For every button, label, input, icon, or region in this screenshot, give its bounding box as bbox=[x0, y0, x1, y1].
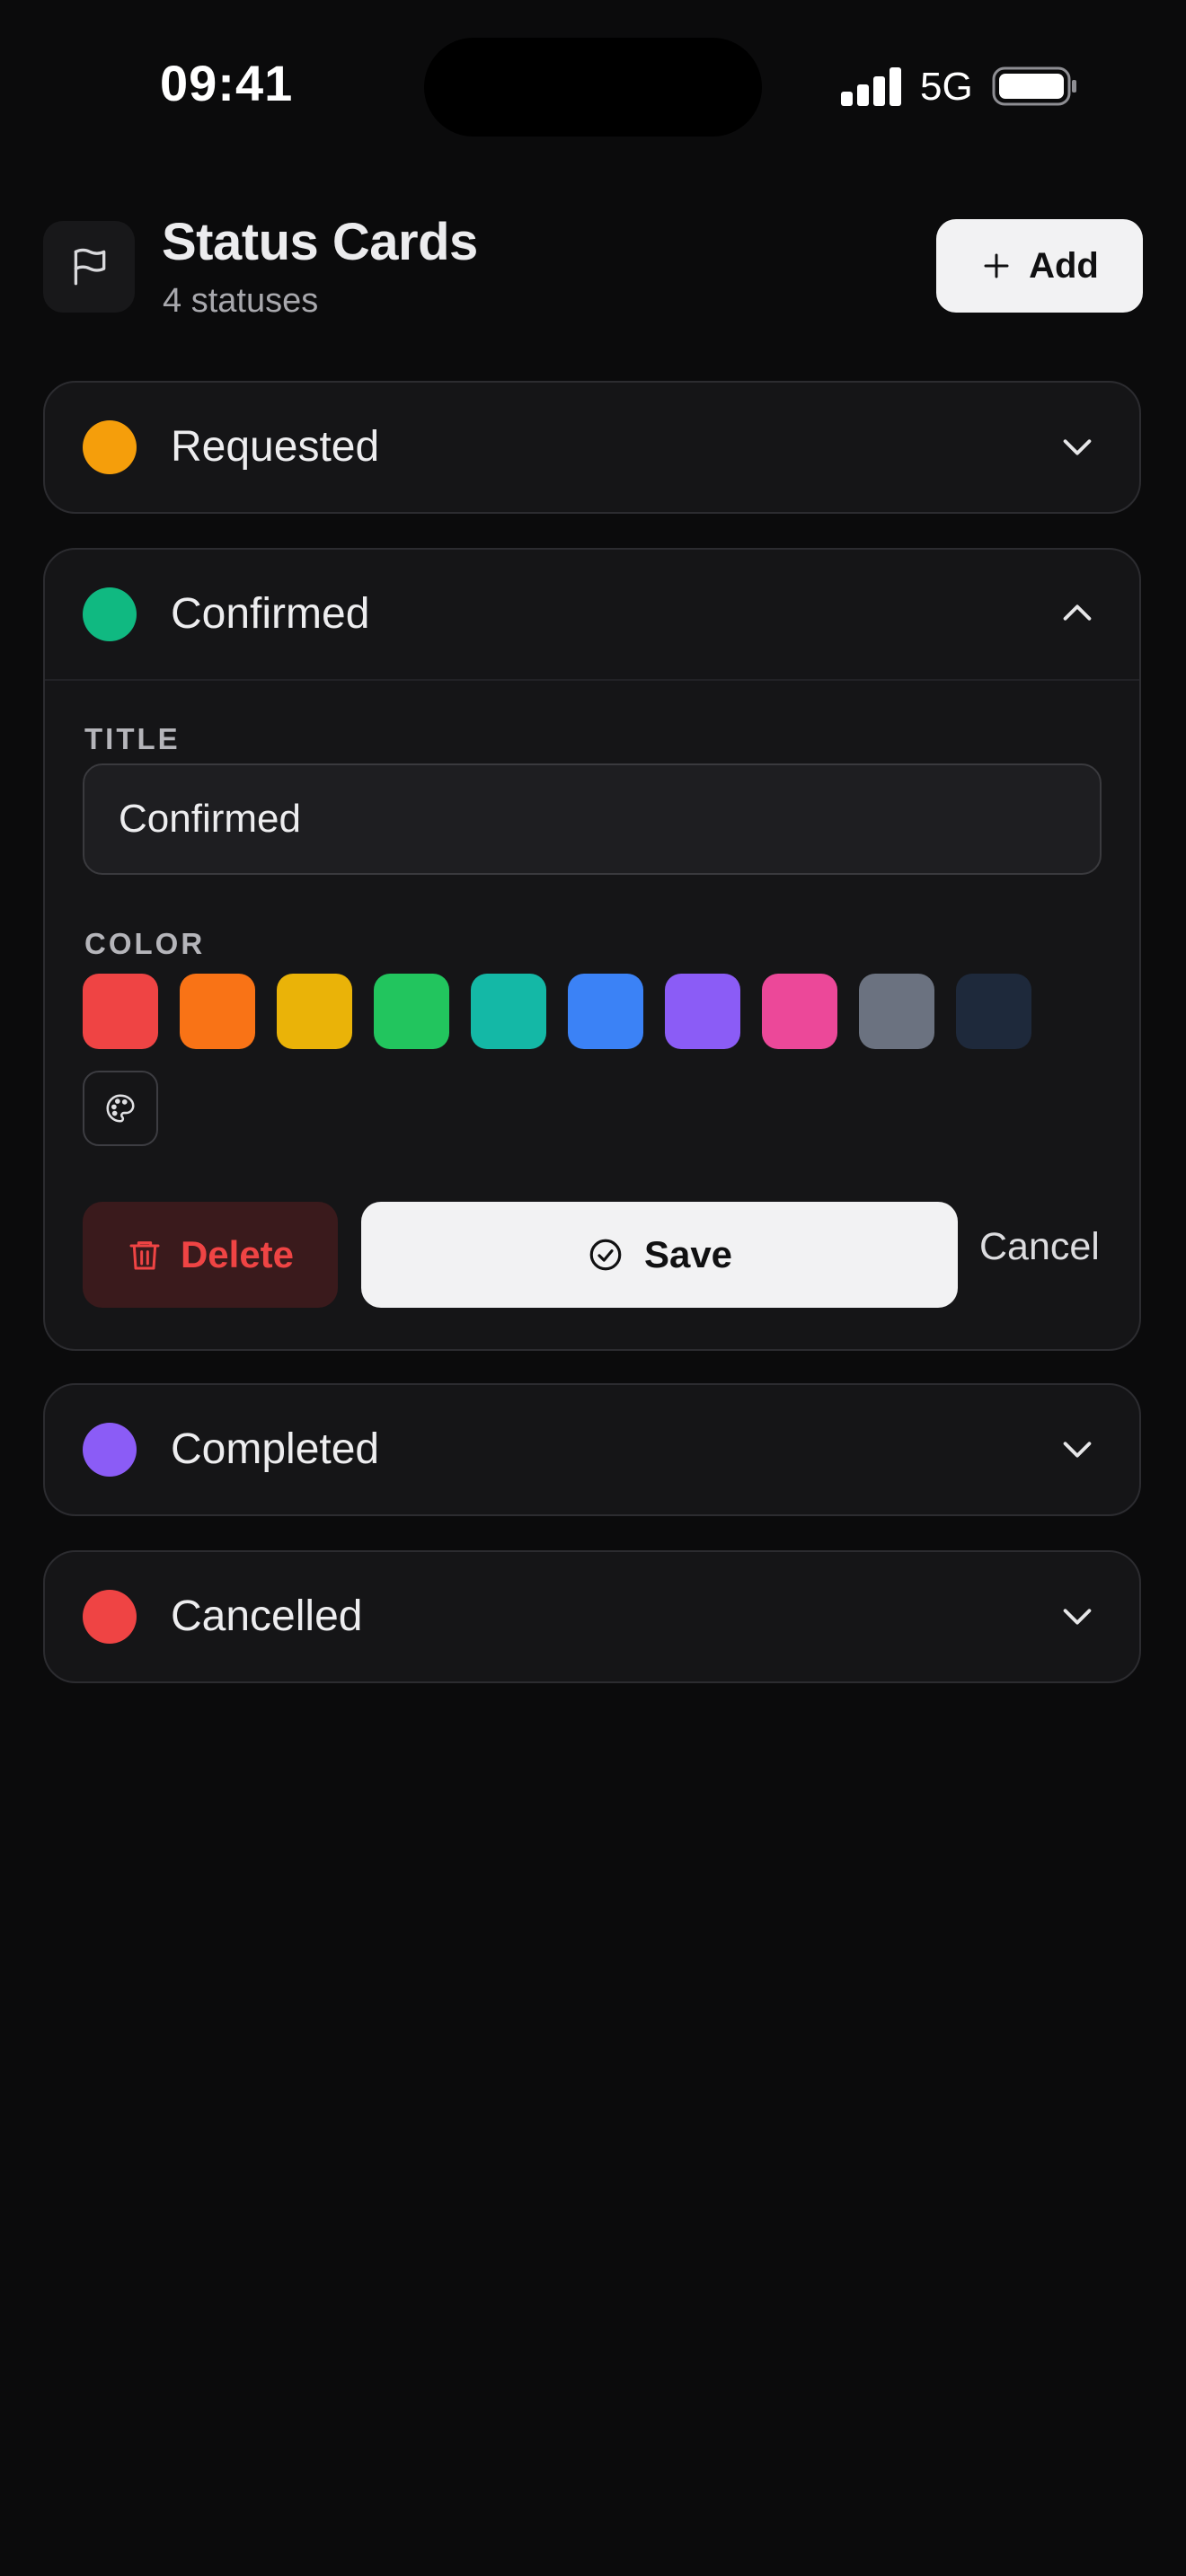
cancel-button[interactable]: Cancel bbox=[979, 1225, 1100, 1269]
status-color-dot bbox=[83, 420, 137, 474]
status-card-header[interactable]: Requested bbox=[45, 383, 1139, 512]
trash-icon bbox=[129, 1241, 160, 1270]
status-card-header[interactable]: Cancelled bbox=[45, 1552, 1139, 1681]
color-swatch-orange[interactable] bbox=[180, 974, 255, 1049]
page-title: Status Cards bbox=[162, 213, 478, 271]
color-swatch-blue[interactable] bbox=[568, 974, 643, 1049]
palette-icon bbox=[106, 1094, 135, 1123]
color-swatch-purple[interactable] bbox=[665, 974, 740, 1049]
status-bar: 09:41 5G bbox=[0, 0, 1186, 171]
color-swatch-yellow[interactable] bbox=[277, 974, 352, 1049]
save-button[interactable]: Save bbox=[361, 1202, 958, 1308]
status-label: Completed bbox=[171, 1425, 380, 1473]
color-swatch-gray[interactable] bbox=[859, 974, 934, 1049]
title-field-label: TITLE bbox=[84, 722, 181, 755]
color-swatch-teal[interactable] bbox=[471, 974, 546, 1049]
status-color-dot bbox=[83, 587, 137, 641]
color-field-label: COLOR bbox=[84, 927, 206, 960]
color-swatch-pink[interactable] bbox=[762, 974, 837, 1049]
flag-icon bbox=[43, 221, 135, 313]
status-label: Requested bbox=[171, 423, 380, 471]
status-card-header[interactable]: Completed bbox=[45, 1385, 1139, 1514]
status-card-cancelled: Cancelled bbox=[43, 1550, 1141, 1683]
chevron-down-icon bbox=[1063, 439, 1092, 455]
color-swatch-red[interactable] bbox=[83, 974, 158, 1049]
status-label: Cancelled bbox=[171, 1592, 363, 1640]
check-circle-icon bbox=[589, 1239, 622, 1271]
network-type: 5G bbox=[920, 65, 973, 109]
add-button-label: Add bbox=[1029, 245, 1099, 286]
chevron-down-icon bbox=[1063, 1609, 1092, 1625]
battery-icon bbox=[992, 66, 1076, 106]
color-swatch-green[interactable] bbox=[374, 974, 449, 1049]
plus-icon bbox=[984, 253, 1009, 278]
status-card-header[interactable]: Confirmed bbox=[45, 550, 1139, 679]
card-divider bbox=[45, 679, 1139, 681]
color-swatch-navy[interactable] bbox=[956, 974, 1031, 1049]
status-card-requested: Requested bbox=[43, 381, 1141, 514]
status-color-dot bbox=[83, 1590, 137, 1644]
save-button-label: Save bbox=[643, 1233, 733, 1275]
delete-button[interactable]: Delete bbox=[83, 1202, 338, 1308]
delete-button-label: Delete bbox=[180, 1233, 295, 1275]
status-card-confirmed: Confirmed TITLE COLOR Delete bbox=[43, 548, 1141, 1351]
status-card-completed: Completed bbox=[43, 1383, 1141, 1516]
chevron-up-icon bbox=[1063, 604, 1092, 621]
custom-color-button[interactable] bbox=[83, 1071, 158, 1146]
cellular-signal-icon bbox=[841, 66, 902, 106]
status-color-dot bbox=[83, 1423, 137, 1477]
title-input[interactable] bbox=[83, 763, 1102, 875]
status-count: 4 statuses bbox=[163, 282, 319, 320]
status-label: Confirmed bbox=[171, 590, 370, 638]
chevron-down-icon bbox=[1063, 1442, 1092, 1458]
clock-time: 09:41 bbox=[160, 55, 294, 111]
dynamic-island bbox=[424, 38, 762, 137]
add-status-button[interactable]: Add bbox=[936, 219, 1143, 313]
